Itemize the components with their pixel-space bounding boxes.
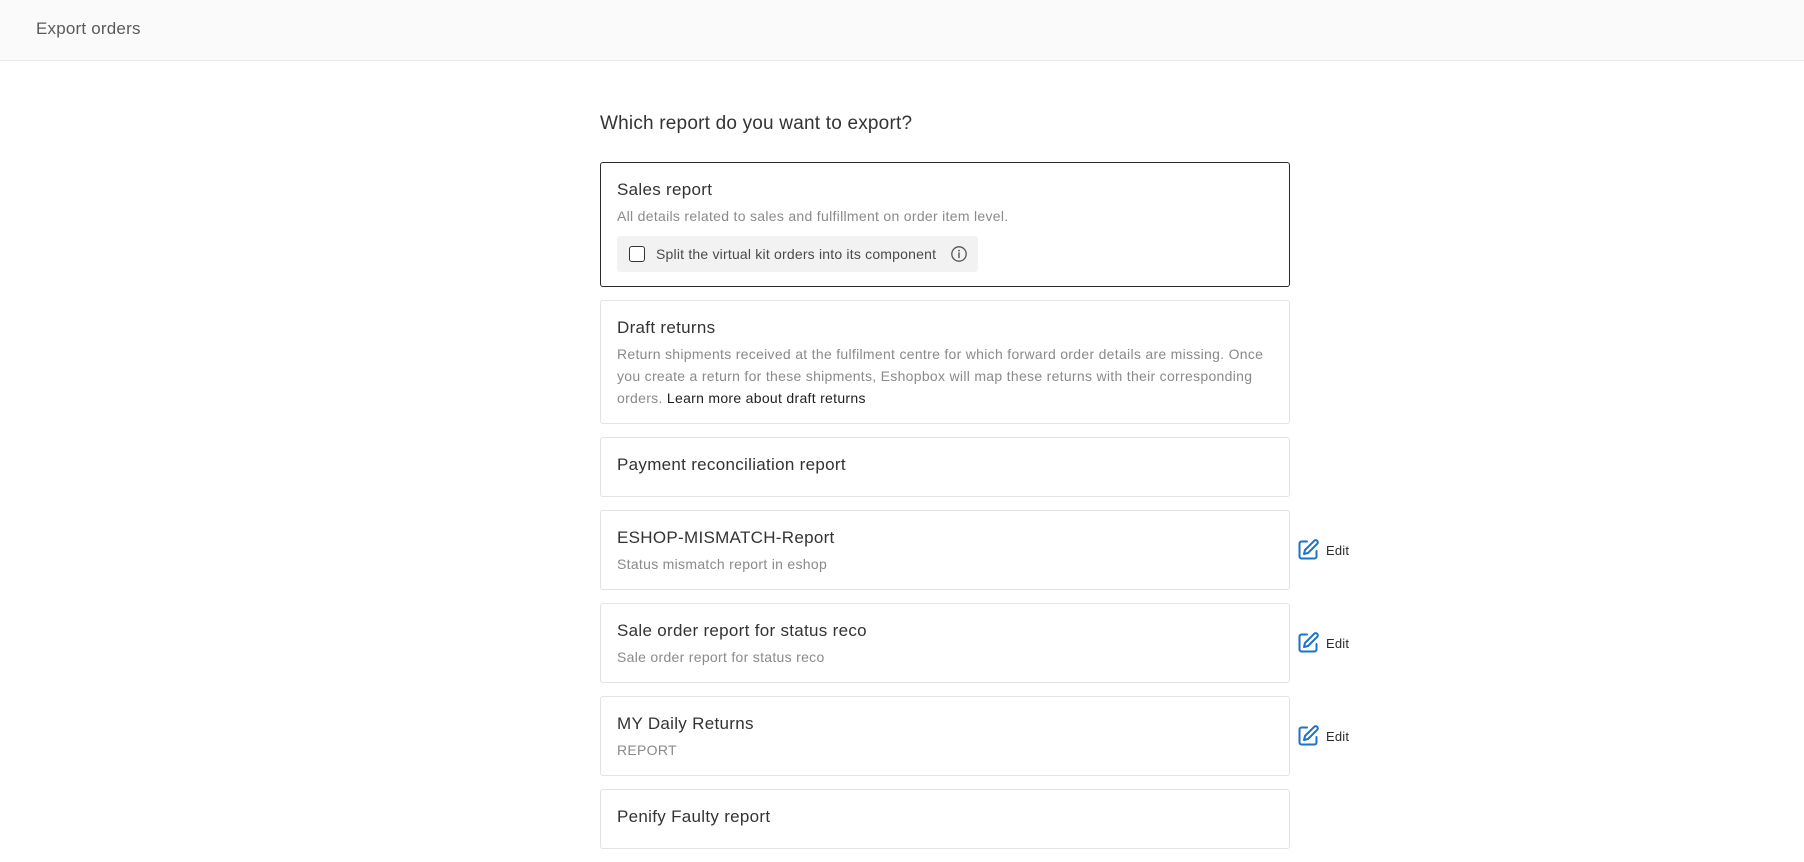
report-title: Sale order report for status reco <box>617 621 867 640</box>
info-icon[interactable] <box>950 245 968 263</box>
report-row-sales: Sales report All details related to sale… <box>600 162 1290 287</box>
report-card-sales[interactable]: Sales report All details related to sale… <box>600 162 1290 287</box>
report-title: Penify Faulty report <box>617 807 771 826</box>
report-card-payment-reconciliation[interactable]: Payment reconciliation report <box>600 437 1290 497</box>
split-kit-label: Split the virtual kit orders into its co… <box>656 246 937 262</box>
edit-icon <box>1296 724 1320 748</box>
edit-button[interactable]: Edit <box>1296 538 1349 562</box>
report-title: MY Daily Returns <box>617 714 754 733</box>
report-selection: Which report do you want to export? Sale… <box>600 110 1349 862</box>
top-bar: Export orders <box>0 0 1804 61</box>
report-question: Which report do you want to export? <box>600 113 913 134</box>
report-description: REPORT <box>617 742 677 758</box>
edit-button[interactable]: Edit <box>1296 724 1349 748</box>
report-title: Sales report <box>617 180 713 199</box>
split-kit-option: Split the virtual kit orders into its co… <box>617 236 979 272</box>
report-row-payment-reconciliation: Payment reconciliation report <box>600 437 1290 497</box>
report-row-penify-faulty: Penify Faulty report <box>600 789 1290 849</box>
report-row-eshop-mismatch: ESHOP-MISMATCH-Report Status mismatch re… <box>600 510 1349 590</box>
edit-icon <box>1296 631 1320 655</box>
report-row-sale-order-status-reco: Sale order report for status reco Sale o… <box>600 603 1349 683</box>
report-description: All details related to sales and fulfill… <box>617 208 1009 224</box>
report-description: Return shipments received at the fulfilm… <box>617 343 1273 409</box>
report-title: Payment reconciliation report <box>617 455 846 474</box>
report-card-draft-returns[interactable]: Draft returns Return shipments received … <box>600 300 1290 424</box>
learn-more-draft-returns-link[interactable]: Learn more about draft returns <box>667 390 866 406</box>
edit-button[interactable]: Edit <box>1296 631 1349 655</box>
edit-label: Edit <box>1326 728 1350 744</box>
report-card-my-daily-returns[interactable]: MY Daily Returns REPORT <box>600 696 1290 776</box>
report-title: Draft returns <box>617 318 716 337</box>
report-description: Sale order report for status reco <box>617 649 825 665</box>
report-row-draft-returns: Draft returns Return shipments received … <box>600 300 1290 424</box>
edit-label: Edit <box>1326 542 1350 558</box>
report-description: Status mismatch report in eshop <box>617 556 828 572</box>
page-title: Export orders <box>36 19 141 38</box>
report-card-sale-order-status-reco[interactable]: Sale order report for status reco Sale o… <box>600 603 1290 683</box>
report-title: ESHOP-MISMATCH-Report <box>617 528 835 547</box>
report-row-my-daily-returns: MY Daily Returns REPORT Edit <box>600 696 1349 776</box>
edit-label: Edit <box>1326 635 1350 651</box>
report-card-penify-faulty[interactable]: Penify Faulty report <box>600 789 1290 849</box>
edit-icon <box>1296 538 1320 562</box>
report-card-eshop-mismatch[interactable]: ESHOP-MISMATCH-Report Status mismatch re… <box>600 510 1290 590</box>
split-kit-checkbox[interactable] <box>629 246 645 262</box>
